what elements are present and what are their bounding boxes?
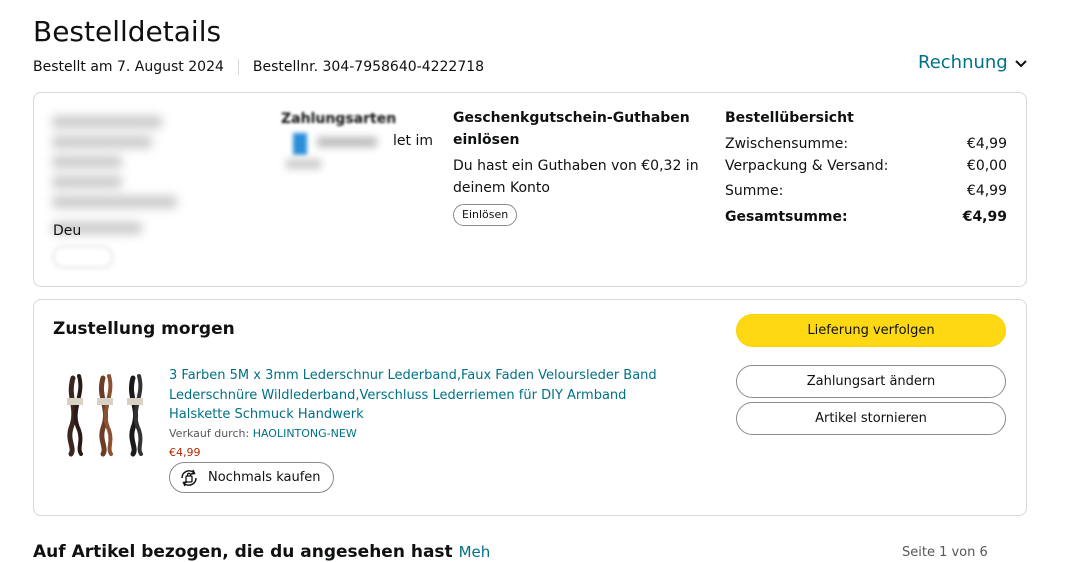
product-price: €4,99: [169, 446, 201, 459]
summary-value: €4,99: [966, 183, 1007, 199]
gift-card-heading-2: einlösen: [453, 132, 520, 148]
product-image[interactable]: [59, 368, 159, 458]
meta-divider: [237, 59, 239, 75]
summary-label: Summe:: [725, 183, 784, 199]
order-number: Bestellnr. 304-7958640-4222718: [252, 59, 485, 75]
summary-value: €4,99: [962, 209, 1007, 225]
related-heading-text: Auf Artikel bezogen, die du angesehen ha…: [33, 542, 453, 562]
seller-link[interactable]: HAOLINTONG-NEW: [253, 427, 357, 440]
delivery-status: Zustellung morgen: [53, 319, 235, 339]
summary-row-total: Gesamtsumme: €4,99: [725, 206, 1007, 228]
product-title-link[interactable]: 3 Farben 5M x 3mm Lederschnur Lederband,…: [169, 366, 679, 425]
change-address-button-redacted[interactable]: [53, 246, 113, 268]
order-meta: Bestellt am 7. August 2024 Bestellnr. 30…: [33, 58, 484, 76]
payment-heading: Zahlungsarten: [281, 111, 397, 127]
sold-by-label: Verkauf durch:: [169, 427, 250, 440]
gift-card-text-1: Du hast ein Guthaben von €0,32 in: [453, 158, 699, 174]
related-more-link[interactable]: Meh: [459, 543, 491, 561]
payment-card-icon: [293, 133, 307, 155]
gift-card-text-2: deinem Konto: [453, 180, 550, 196]
page-title: Bestelldetails: [33, 15, 222, 48]
payment-fragment: let im: [393, 133, 433, 149]
summary-value: €0,00: [966, 158, 1007, 174]
track-delivery-button[interactable]: Lieferung verfolgen: [736, 314, 1006, 347]
order-date: Bestellt am 7. August 2024: [33, 59, 224, 75]
buy-again-button[interactable]: Nochmals kaufen: [169, 462, 334, 493]
shipping-country: Deu: [53, 223, 82, 239]
chevron-down-icon: [1015, 59, 1027, 67]
gift-card-heading-1: Geschenkgutschein-Guthaben: [453, 110, 690, 126]
redeem-button[interactable]: Einlösen: [453, 204, 518, 226]
payment-redacted: [317, 137, 377, 147]
delivery-card: Zustellung morgen Lieferung verfolgen Za…: [33, 299, 1027, 516]
related-items-heading: Auf Artikel bezogen, die du angesehen ha…: [33, 542, 490, 562]
cancel-item-button[interactable]: Artikel stornieren: [736, 402, 1006, 435]
summary-value: €4,99: [966, 136, 1007, 152]
summary-row-shipping: Verpackung & Versand: €0,00: [725, 155, 1007, 177]
change-payment-button[interactable]: Zahlungsart ändern: [736, 365, 1006, 398]
buy-again-icon: [181, 469, 197, 486]
order-info-card: Deu Zahlungsarten let im Geschenkgutsche…: [33, 92, 1027, 287]
summary-label: Gesamtsumme:: [725, 209, 848, 225]
seller-line: Verkauf durch: HAOLINTONG-NEW: [169, 426, 357, 442]
summary-row-sum: Summe: €4,99: [725, 180, 1007, 202]
invoice-dropdown[interactable]: Rechnung: [918, 52, 1028, 73]
buy-again-label: Nochmals kaufen: [208, 470, 321, 485]
summary-heading: Bestellübersicht: [725, 110, 854, 126]
payment-redacted-2: [286, 159, 321, 169]
summary-row-subtotal: Zwischensumme: €4,99: [725, 133, 1007, 155]
invoice-label: Rechnung: [918, 52, 1008, 73]
summary-label: Verpackung & Versand:: [725, 158, 889, 174]
summary-label: Zwischensumme:: [725, 136, 849, 152]
